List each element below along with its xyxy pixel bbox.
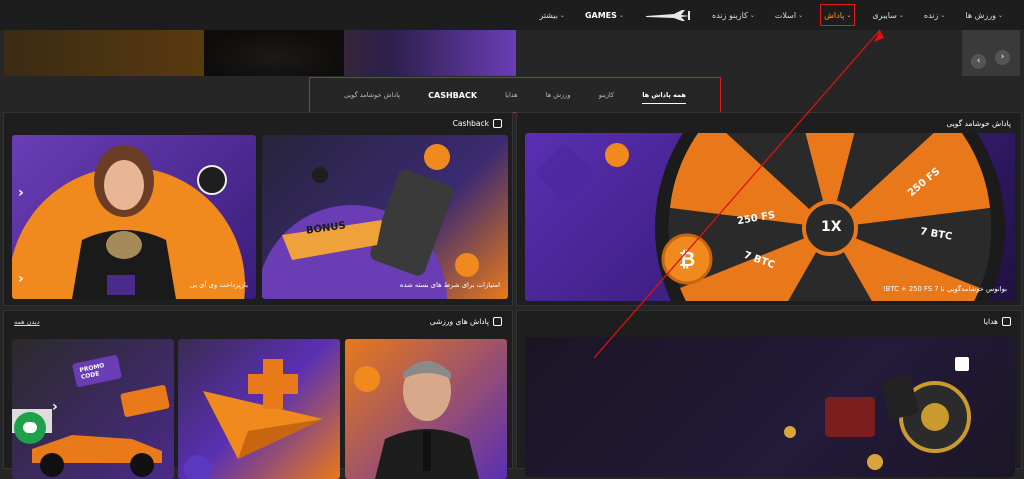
- banner-person-image: [204, 30, 344, 76]
- tab-casino[interactable]: کازینو: [599, 87, 614, 103]
- panel-title: هدایا: [984, 317, 1011, 326]
- tab-welcome-bonus[interactable]: پاداش خوشامد گویی: [344, 87, 400, 103]
- promo-race-car-image: [12, 355, 170, 477]
- welcome-card-caption: !BTC + 250 FS 7 بوانوس خوشامدگویی تا: [882, 285, 1007, 293]
- chevron-down-icon: ⌄: [898, 11, 904, 19]
- nav-label: ورزش ها: [965, 10, 996, 20]
- nav-esports[interactable]: سایبری ⌄: [869, 4, 907, 26]
- cashback-card-caption: امتیازات برای شرط های بسته شده: [399, 281, 500, 289]
- chevron-right-icon[interactable]: ›: [52, 399, 58, 415]
- sports-card-manager[interactable]: [345, 339, 507, 479]
- nav-more[interactable]: بیشتر ⌄: [536, 4, 568, 26]
- panel-title: پاداش های ورزشی: [430, 317, 502, 326]
- cashback-card-bonus[interactable]: BONUS امتیازات برای شرط های بسته شده: [262, 135, 508, 299]
- nav-label: پاداش: [824, 10, 845, 20]
- promo-banner[interactable]: ‹ ›: [4, 30, 1020, 76]
- chevron-down-icon: ⌄: [559, 11, 565, 19]
- chevron-down-icon: ⌄: [940, 11, 946, 19]
- chevron-down-icon: ⌄: [997, 11, 1003, 19]
- cashback-panel: Cashback BONUS امتیازات برای شرط های بست…: [3, 112, 513, 306]
- casino-gifts-image: [784, 357, 971, 470]
- chevron-down-icon: ⌄: [618, 11, 624, 19]
- gift-icon: [493, 317, 502, 326]
- chevron-right-icon[interactable]: ›: [18, 185, 24, 201]
- gifts-panel: هدایا: [516, 310, 1022, 477]
- nav-bonus[interactable]: پاداش ⌄: [820, 4, 856, 26]
- gifts-title: هدایا: [983, 317, 998, 326]
- sports-card-plane[interactable]: [178, 339, 340, 479]
- chevron-down-icon: ⌄: [846, 11, 852, 19]
- banner-image: [4, 30, 516, 76]
- chevron-down-icon: ⌄: [749, 11, 755, 19]
- nav-sports[interactable]: ورزش ها ⌄: [962, 4, 1006, 26]
- chevron-left-icon[interactable]: ‹: [971, 54, 986, 69]
- svg-text:₿: ₿: [679, 247, 695, 271]
- main-nav: ورزش ها ⌄ زنده ⌄ سایبری ⌄ پاداش ⌄ اسلات ⌄ کاز…: [536, 0, 1006, 30]
- aviator-plane-icon: [645, 10, 690, 21]
- wallet-icon: [493, 119, 502, 128]
- nav-label: GAMES: [584, 10, 617, 20]
- sports-bonus-panel: پاداش های ورزشی دیدن همه PROMO CODE ›: [3, 310, 513, 479]
- gift-icon: [1002, 317, 1011, 326]
- chat-support-button[interactable]: [14, 412, 46, 444]
- bonus-filter-tabs: همه پاداش ها کازینو ورزش ها هدایا CASHBA…: [309, 77, 721, 113]
- paper-plane-image: [184, 359, 323, 479]
- nav-live[interactable]: زنده ⌄: [921, 4, 949, 26]
- wheel-label: 1X: [821, 219, 842, 235]
- sports-card-promo[interactable]: PROMO CODE › ›: [12, 339, 174, 479]
- vip-card-caption: بازپرداخت وی آی پی: [189, 281, 248, 289]
- see-all-link[interactable]: دیدن همه: [14, 318, 40, 326]
- vip-woman-image: [12, 145, 245, 299]
- tab-cashback[interactable]: CASHBACK: [428, 87, 477, 104]
- nav-label: بیشتر: [539, 10, 558, 20]
- sports-title: پاداش های ورزشی: [429, 317, 489, 326]
- cashback-card-vip[interactable]: بازپرداخت وی آی پی › ›: [12, 135, 256, 299]
- chevron-down-icon: ⌄: [798, 11, 804, 19]
- cashback-title: Cashback: [452, 119, 489, 128]
- welcome-bonus-card[interactable]: ₿ 250 FS 7 BTC 1X 250 FS 7 BTC !BTC + 25…: [525, 133, 1015, 301]
- nav-slots[interactable]: اسلات ⌄: [772, 4, 806, 26]
- nav-aviator[interactable]: [641, 4, 695, 26]
- gifts-card[interactable]: [525, 337, 1015, 477]
- panel-title: Cashback: [453, 119, 502, 128]
- banner-thumbnail[interactable]: ‹ ›: [962, 30, 1020, 76]
- welcome-bonus-panel: پاداش خوشامد گویی ₿ 250 FS 7 BTC 1X 250 …: [516, 112, 1022, 306]
- tab-gifts[interactable]: هدایا: [505, 87, 517, 103]
- nav-label: کازینو زنده: [711, 10, 748, 20]
- nav-label: سایبری: [872, 10, 897, 20]
- welcome-title: پاداش خوشامد گویی: [946, 119, 1011, 128]
- nav-live-casino[interactable]: کازینو زنده ⌄: [709, 4, 758, 26]
- tab-all-bonuses[interactable]: همه پاداش ها: [642, 87, 686, 104]
- nav-label: زنده: [923, 10, 939, 20]
- nav-games[interactable]: GAMES ⌄: [582, 4, 627, 26]
- top-navigation-bar: ورزش ها ⌄ زنده ⌄ سایبری ⌄ پاداش ⌄ اسلات ⌄ کاز…: [0, 0, 1024, 30]
- bonus-phone-image: [262, 144, 479, 299]
- chevron-right-icon[interactable]: ›: [18, 271, 24, 287]
- man-with-ball-image: [354, 361, 479, 479]
- chevron-right-icon[interactable]: ›: [995, 50, 1010, 65]
- tab-sports[interactable]: ورزش ها: [546, 87, 571, 103]
- nav-label: اسلات: [774, 10, 797, 20]
- panel-title: پاداش خوشامد گویی: [946, 119, 1011, 128]
